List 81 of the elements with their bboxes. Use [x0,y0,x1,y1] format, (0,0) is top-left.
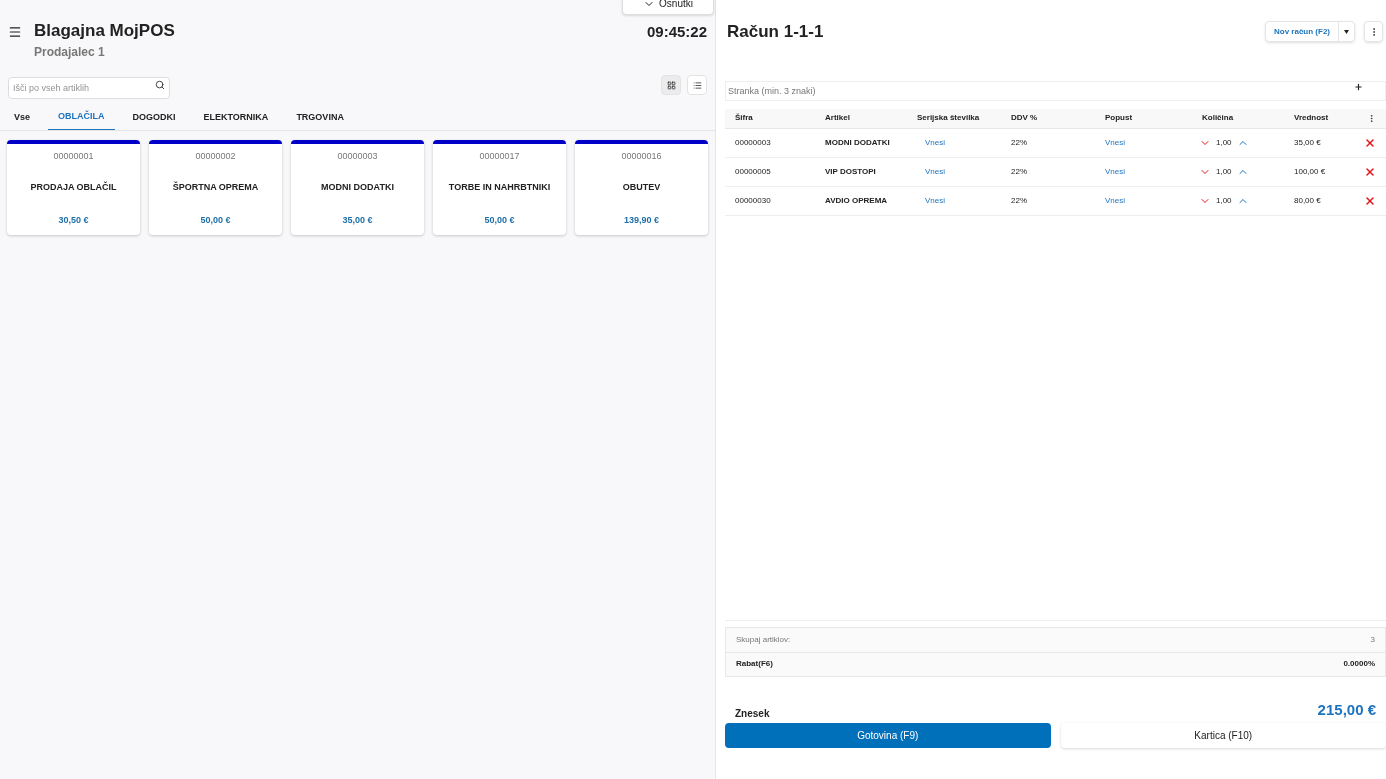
product-name: TORBE IN NAHRBTNIKI [448,180,551,194]
category-tab[interactable]: TRGOVINA [286,105,354,130]
summary-label: Rabat(F6) [736,658,773,670]
enter-link[interactable]: Vnesi [925,136,1011,149]
remove-icon[interactable] [1364,136,1376,149]
product-code: 00000001 [53,150,94,163]
table-cell-text: 22% [1011,194,1028,207]
customer-field[interactable]: Stranka (min. 3 znaki) [725,80,1386,101]
product-code: 00000002 [195,150,236,163]
list-icon [692,80,702,90]
table-cell-text: AVDIO OPREMA [825,194,889,207]
cashier-name: Prodajalec 1 [34,44,106,61]
product-name: MODNI DODATKI [321,180,394,194]
column-header: Količina [1202,112,1235,124]
product-price: 35,00 € [342,213,373,227]
table-cell-text: 00000005 [735,165,772,178]
product-name: OBUTEV [622,180,661,194]
category-tab[interactable]: DOGODKI [122,105,186,130]
payment-button[interactable]: Gotovina (F9) [725,723,1051,748]
quantity: 1,00 [1216,165,1232,178]
quantity: 1,00 [1216,194,1232,207]
remove-icon[interactable] [1364,194,1376,207]
product-card[interactable]: 00000002 ŠPORTNA OPREMA 50,00 € [149,140,282,235]
more-button[interactable] [1364,21,1383,43]
enter-link[interactable]: Vnesi [1105,165,1199,178]
app-title: Blagajna MojPOS [34,20,175,42]
drafts-button[interactable]: Osnutki [622,0,714,15]
product-code: 00000017 [479,150,520,163]
summary-label: Skupaj artiklov: [736,633,791,646]
product-card[interactable]: 00000016 OBUTEV 139,90 € [575,140,708,235]
product-price: 50,00 € [484,213,515,227]
table-cell-text: 80,00 € [1294,194,1322,207]
more-icon[interactable] [1367,113,1376,123]
search-icon [155,80,165,90]
column-header: Vrednost [1294,112,1330,124]
enter-link[interactable]: Vnesi [925,165,1011,178]
product-code: 00000003 [337,150,378,163]
enter-link[interactable]: Vnesi [925,194,1011,207]
product-price: 139,90 € [623,213,659,227]
table-cell-text: 22% [1011,165,1028,178]
product-code: 00000016 [621,150,662,163]
menu-icon[interactable] [8,25,22,39]
product-name: PRODAJA OBLAČIL [30,180,117,194]
table-cell-text: MODNI DODATKI [825,136,891,149]
column-header: Popust [1105,112,1134,124]
summary-value: 3 [1370,633,1375,646]
view-toggle[interactable] [661,75,681,95]
table-cell-text: 35,00 € [1294,136,1322,149]
add-icon[interactable] [1354,82,1363,91]
caret-icon [1344,29,1349,34]
remove-icon[interactable] [1364,165,1376,178]
product-price: 50,00 € [200,213,231,227]
table-cell-text: 00000030 [735,194,772,207]
quantity: 1,00 [1216,136,1232,149]
search-field[interactable]: Išči po vseh artiklih [8,77,170,99]
category-tab[interactable]: Vse [4,105,40,130]
column-header: Serijska številka [917,112,981,124]
table-cell-text: VIP DOSTOPI [825,165,877,178]
product-card[interactable]: 00000003 MODNI DODATKI 35,00 € [291,140,424,235]
table-cell-text: 100,00 € [1294,165,1327,178]
column-header: Šifra [735,112,754,124]
table-cell-text: 22% [1011,136,1028,149]
view-toggle[interactable] [687,75,707,95]
grid-icon [666,80,676,90]
column-header: DDV % [1011,112,1039,124]
product-name: ŠPORTNA OPREMA [172,180,259,194]
enter-link[interactable]: Vnesi [1105,194,1199,207]
column-header: Artikel [825,112,851,124]
receipt-title: Račun 1-1-1 [727,21,824,43]
product-card[interactable]: 00000001 PRODAJA OBLAČIL 30,50 € [7,140,140,235]
enter-link[interactable]: Vnesi [1105,136,1199,149]
total-amount: 215,00 € [1317,699,1376,720]
total-label: Znesek [735,707,770,721]
category-tab[interactable]: OBLAČILA [48,105,115,130]
clock: 09:45:22 [646,22,707,42]
category-tab[interactable]: ELEKTORNIKA [193,105,279,130]
payment-button[interactable]: Kartica (F10) [1060,723,1386,748]
product-card[interactable]: 00000017 TORBE IN NAHRBTNIKI 50,00 € [433,140,566,235]
product-price: 30,50 € [58,213,89,227]
table-cell-text: 00000003 [735,136,772,149]
summary-value: 0.0000% [1343,658,1375,670]
